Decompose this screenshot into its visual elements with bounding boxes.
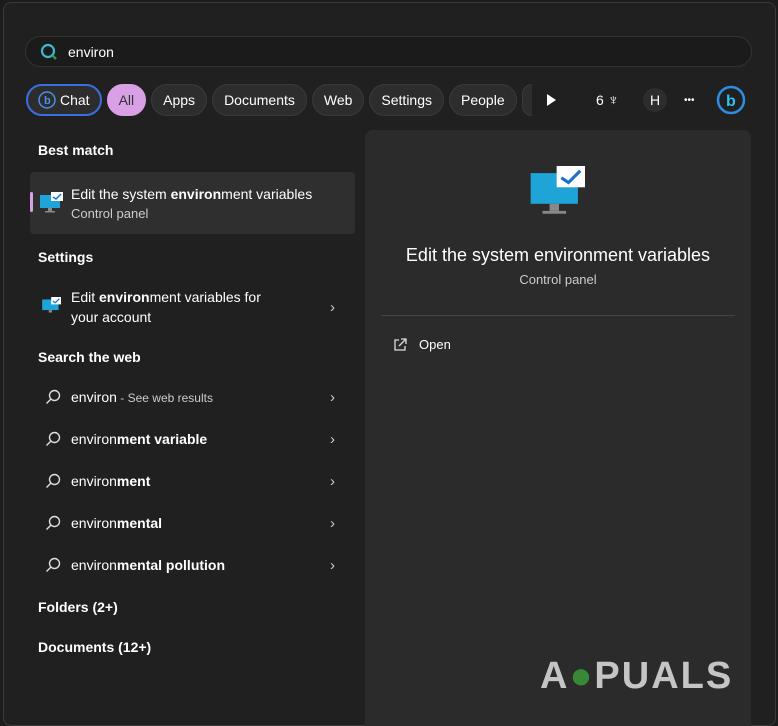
open-action[interactable]: Open <box>393 337 451 352</box>
rewards-button[interactable]: 6 ♆ <box>596 84 619 116</box>
trophy-icon: ♆ <box>607 91 620 109</box>
filter-apps[interactable]: Apps <box>151 84 208 116</box>
svg-text:b: b <box>44 95 51 107</box>
search-icon <box>46 389 61 404</box>
chevron-right-icon: › <box>330 514 335 532</box>
web-result-item[interactable]: environmental › <box>30 511 355 535</box>
chevron-right-icon: › <box>330 472 335 490</box>
watermark-logo: A●PUALS <box>540 655 734 697</box>
bing-chat-icon: b <box>38 91 56 109</box>
web-result-item[interactable]: environment variable › <box>30 427 355 451</box>
web-result-item[interactable]: environmental pollution › <box>30 553 355 577</box>
play-icon[interactable] <box>545 84 557 116</box>
filter-more-partial[interactable] <box>521 84 532 116</box>
bing-icon[interactable]: b <box>716 84 746 116</box>
search-icon <box>40 43 57 60</box>
best-match-heading: Best match <box>38 142 114 158</box>
settings-item[interactable]: Edit environment variables for your acco… <box>30 287 355 327</box>
filter-settings[interactable]: Settings <box>369 84 445 116</box>
search-box[interactable] <box>25 36 752 67</box>
chevron-right-icon: › <box>330 388 335 406</box>
chevron-right-icon: › <box>330 556 335 574</box>
documents-heading[interactable]: Documents (12+) <box>30 639 151 655</box>
web-result-item[interactable]: environ - See web results › <box>30 385 355 409</box>
control-panel-icon <box>40 192 63 213</box>
selection-indicator <box>30 192 33 212</box>
filter-people[interactable]: People <box>449 84 517 116</box>
settings-heading: Settings <box>38 249 94 265</box>
control-panel-icon <box>42 297 61 313</box>
web-result-item[interactable]: environment › <box>30 469 355 493</box>
preview-pane: Edit the system environment variables Co… <box>365 130 751 726</box>
divider <box>381 315 735 316</box>
control-panel-large-icon <box>530 166 585 214</box>
best-match-item[interactable]: Edit the system environment variables Co… <box>30 172 355 234</box>
preview-subtitle: Control panel <box>519 272 597 287</box>
chevron-right-icon: › <box>330 298 335 316</box>
filter-chat[interactable]: b Chat <box>26 84 102 116</box>
search-icon <box>46 473 61 488</box>
avatar[interactable]: H <box>643 88 667 112</box>
search-icon <box>46 557 61 572</box>
chevron-right-icon: › <box>330 430 335 448</box>
search-icon <box>46 431 61 446</box>
open-external-icon <box>394 337 407 351</box>
filter-bar: b Chat All Apps Documents Web Settings P… <box>26 84 532 116</box>
search-input[interactable] <box>68 43 668 60</box>
search-icon <box>46 515 61 530</box>
filter-all[interactable]: All <box>106 84 147 116</box>
svg-text:b: b <box>726 93 736 110</box>
preview-title: Edit the system environment variables <box>405 245 711 265</box>
filter-documents[interactable]: Documents <box>212 84 307 116</box>
web-heading: Search the web <box>38 349 141 365</box>
folders-heading[interactable]: Folders (2+) <box>30 599 118 615</box>
filter-web[interactable]: Web <box>311 84 365 116</box>
more-button[interactable]: ••• <box>684 84 695 116</box>
